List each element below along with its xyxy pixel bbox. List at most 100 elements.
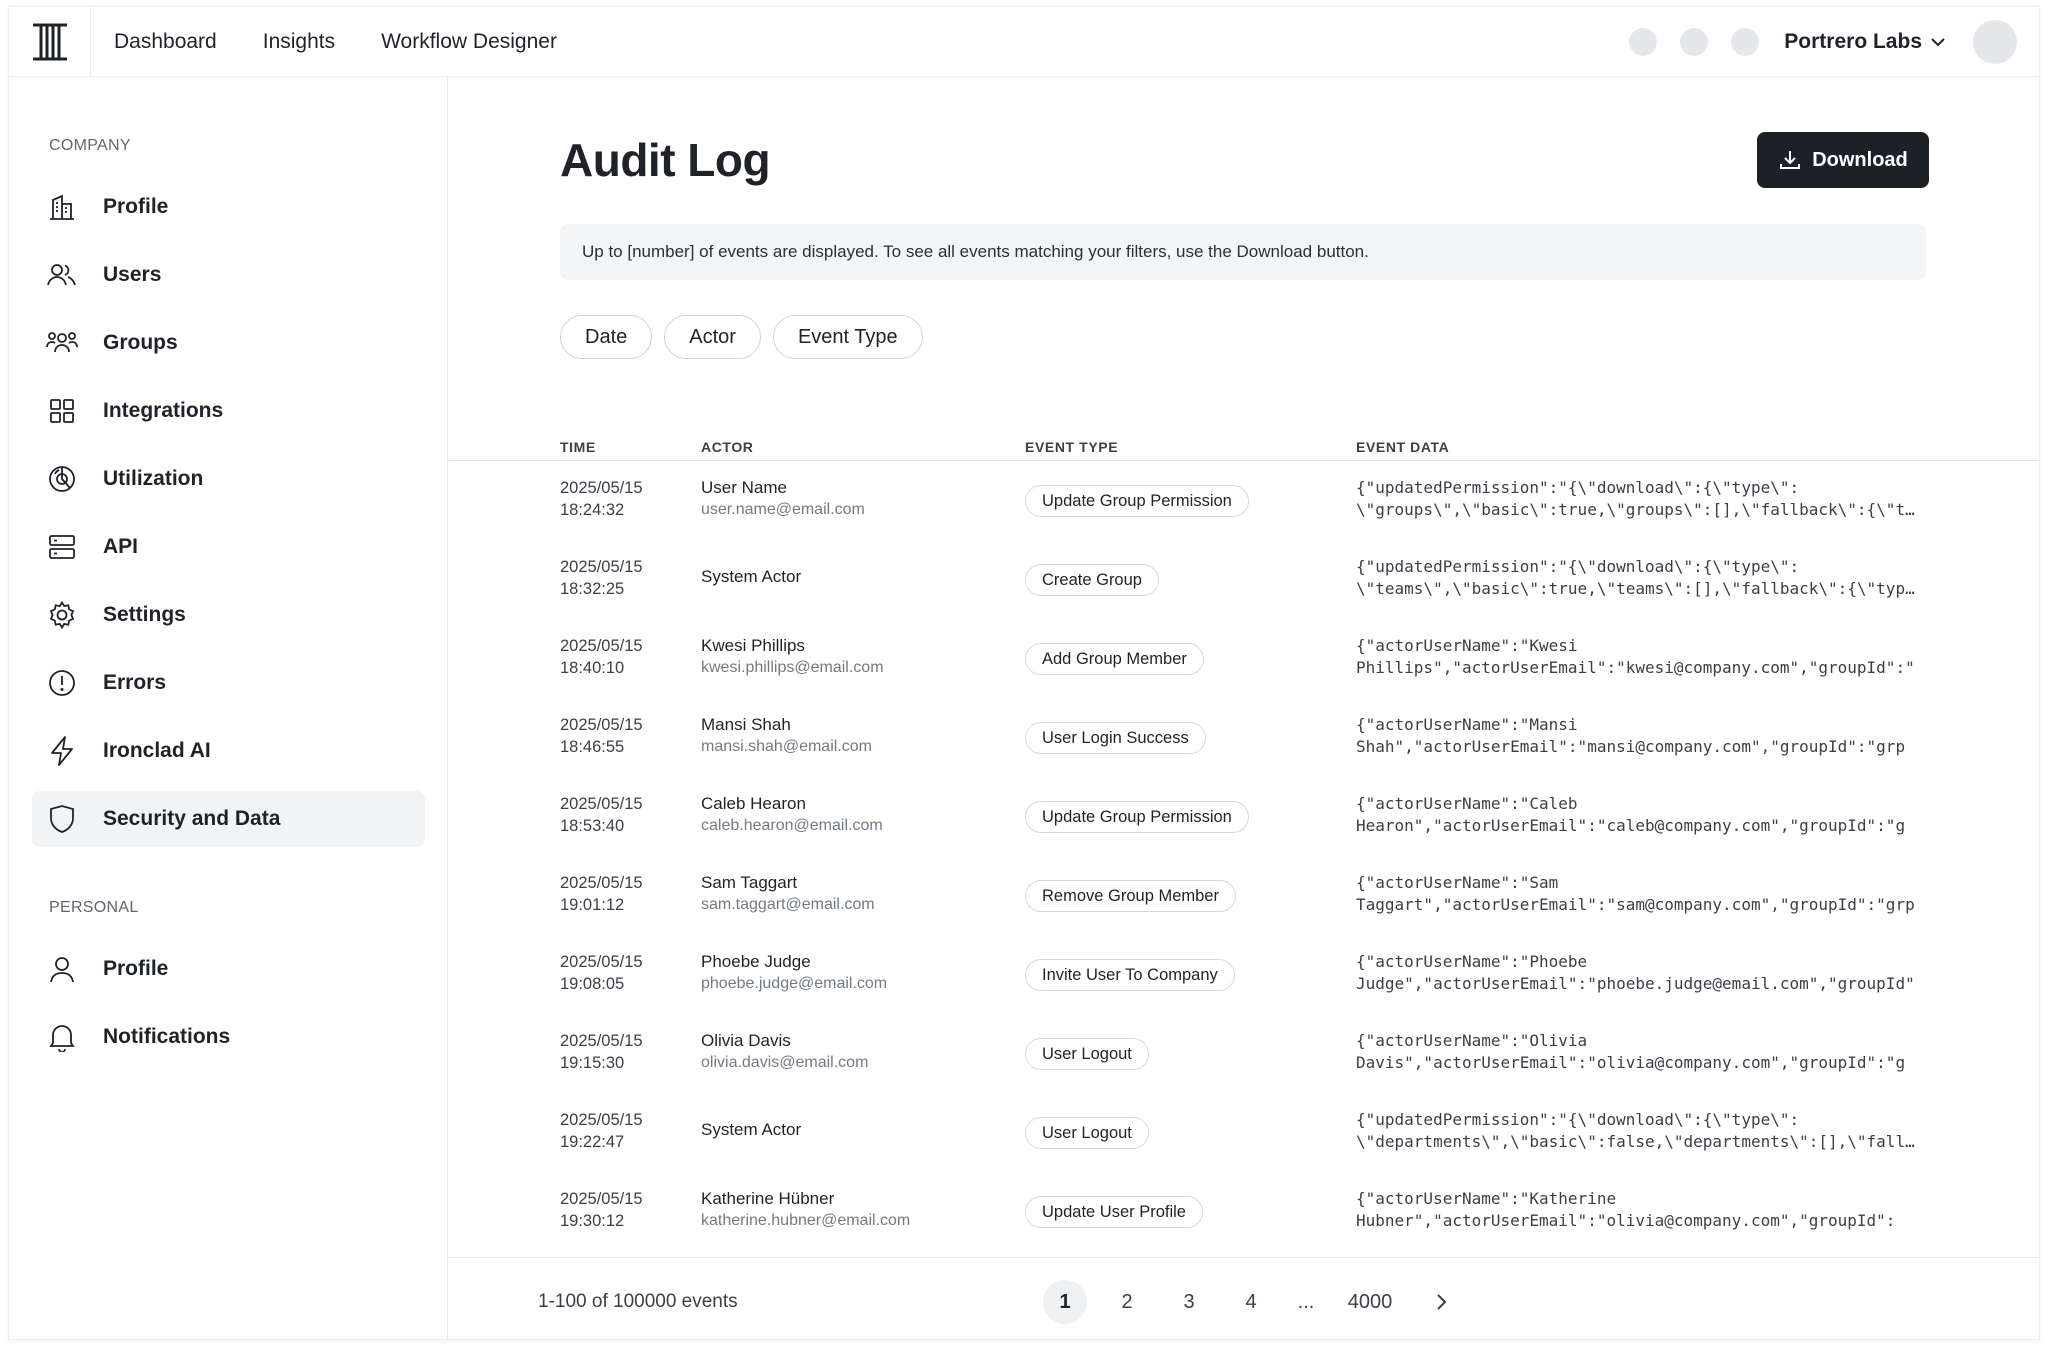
sidebar-item-ironclad-ai[interactable]: Ironclad AI [32, 723, 425, 779]
actor-name: Sam Taggart [701, 873, 798, 892]
sidebar-item-groups[interactable]: Groups [32, 315, 425, 371]
table-row[interactable]: 2025/05/15 18:24:32 User Name user.name@em… [449, 462, 2039, 541]
actor-name: Mansi Shah [701, 715, 791, 734]
sidebar-item-integrations[interactable]: Integrations [32, 383, 425, 439]
cell-time: 2025/05/15 19:01:12 [560, 874, 643, 914]
chart-pie-icon [46, 463, 78, 495]
cell-event-data: {"actorUserName":"Olivia Davis","actorUse… [1356, 1031, 1906, 1072]
cell-time: 2025/05/15 18:24:32 [560, 479, 643, 519]
pagination-bar: 1-100 of 100000 events 1 2 3 4 ... 4000 [449, 1257, 2039, 1339]
actor-name: Kwesi Phillips [701, 636, 805, 655]
cell-time: 2025/05/15 18:40:10 [560, 637, 643, 677]
cell-event-data: {"actorUserName":"Katherine Hubner","acto… [1356, 1189, 1896, 1230]
logo-icon [32, 23, 67, 60]
event-type-badge[interactable]: User Logout [1025, 1038, 1149, 1070]
column-header-actor[interactable]: ACTOR [701, 439, 754, 455]
page-button-4[interactable]: 4 [1229, 1280, 1273, 1324]
cell-time: 2025/05/15 18:46:55 [560, 716, 643, 756]
cell-time: 2025/05/15 19:08:05 [560, 953, 643, 993]
app-window: Dashboard Insights Workflow Designer Por… [8, 6, 2040, 1340]
table-row[interactable]: 2025/05/15 19:22:47 System Actor User Log… [449, 1094, 2039, 1173]
cell-actor: Kwesi Phillips kwesi.phillips@email.com [701, 635, 884, 679]
server-icon [46, 531, 78, 563]
actor-email: katherine.hubner@email.com [701, 1212, 911, 1229]
event-type-badge[interactable]: Update Group Permission [1025, 485, 1249, 517]
sidebar-item-errors[interactable]: Errors [32, 655, 425, 711]
actor-name: Olivia Davis [701, 1031, 791, 1050]
event-type-badge[interactable]: User Logout [1025, 1117, 1149, 1149]
event-type-badge[interactable]: Update Group Permission [1025, 801, 1249, 833]
column-header-event-data[interactable]: EVENT DATA [1356, 439, 1449, 455]
column-header-time[interactable]: TIME [560, 439, 596, 455]
org-name: Portrero Labs [1784, 29, 1922, 53]
event-type-badge[interactable]: User Login Success [1025, 722, 1206, 754]
sidebar-item-company-profile[interactable]: Profile [32, 179, 425, 235]
next-page-button[interactable] [1419, 1280, 1463, 1324]
column-header-event-type[interactable]: EVENT TYPE [1025, 439, 1118, 455]
cell-actor: Olivia Davis olivia.davis@email.com [701, 1030, 868, 1074]
cell-event-data: {"actorUserName":"Kwesi Phillips","actorU… [1356, 636, 1915, 677]
sidebar-item-label: Notifications [103, 1025, 231, 1048]
cell-event-data: {"actorUserName":"Sam Taggart","actorUser… [1356, 873, 1915, 914]
info-notice: Up to [number] of events are displayed. … [560, 224, 1926, 280]
cell-actor: Sam Taggart sam.taggart@email.com [701, 872, 875, 916]
sidebar-item-label: Settings [103, 603, 186, 626]
page-button-3[interactable]: 3 [1167, 1280, 1211, 1324]
nav-workflow-designer[interactable]: Workflow Designer [381, 7, 557, 76]
page-button-last[interactable]: 4000 [1339, 1280, 1401, 1324]
nav-dashboard[interactable]: Dashboard [114, 7, 217, 76]
event-type-badge[interactable]: Update User Profile [1025, 1196, 1203, 1228]
sidebar-item-utilization[interactable]: Utilization [32, 451, 425, 507]
cell-time: 2025/05/15 18:53:40 [560, 795, 643, 835]
page-button-2[interactable]: 2 [1105, 1280, 1149, 1324]
cell-actor: Phoebe Judge phoebe.judge@email.com [701, 951, 887, 995]
sidebar-item-notifications[interactable]: Notifications [32, 1009, 425, 1065]
cell-event-data: {"actorUserName":"Mansi Shah","actorUserE… [1356, 715, 1906, 756]
actor-email: user.name@email.com [701, 501, 865, 518]
sidebar-item-settings[interactable]: Settings [32, 587, 425, 643]
user-avatar[interactable] [1973, 19, 2017, 64]
user-icon [46, 953, 78, 985]
org-switcher[interactable]: Portrero Labs [1784, 30, 1947, 54]
actor-name: Caleb Hearon [701, 794, 806, 813]
sidebar-item-label: Integrations [103, 399, 224, 422]
topbar-action-1[interactable] [1629, 27, 1658, 56]
event-type-badge[interactable]: Create Group [1025, 564, 1159, 596]
top-navigation-bar: Dashboard Insights Workflow Designer Por… [9, 7, 2039, 77]
actor-email: mansi.shah@email.com [701, 738, 872, 755]
table-row[interactable]: 2025/05/15 18:40:10 Kwesi Phillips kwesi.p… [449, 620, 2039, 699]
sidebar-item-security-and-data[interactable]: Security and Data [32, 791, 425, 847]
topbar-action-3[interactable] [1731, 27, 1760, 56]
actor-email: sam.taggart@email.com [701, 896, 875, 913]
cell-event-data: {"updatedPermission":"{\"download\":{\"t… [1356, 557, 1916, 598]
sidebar-item-label: Security and Data [103, 807, 281, 830]
filter-actor[interactable]: Actor [664, 315, 761, 359]
grid-icon [46, 395, 78, 427]
actor-name: User Name [701, 478, 787, 497]
sidebar-item-users[interactable]: Users [32, 247, 425, 303]
actor-email: caleb.hearon@email.com [701, 817, 883, 834]
event-type-badge[interactable]: Invite User To Company [1025, 959, 1235, 991]
table-row[interactable]: 2025/05/15 18:32:25 System Actor Create G… [449, 541, 2039, 620]
topbar-action-2[interactable] [1680, 27, 1709, 56]
download-button[interactable]: Download [1757, 132, 1929, 188]
sidebar-item-personal-profile[interactable]: Profile [32, 941, 425, 997]
table-row[interactable]: 2025/05/15 19:30:12 Katherine Hübner kathe… [449, 1173, 2039, 1252]
page-button-1[interactable]: 1 [1043, 1280, 1087, 1324]
filter-bar: Date Actor Event Type [560, 315, 935, 359]
table-row[interactable]: 2025/05/15 19:15:30 Olivia Davis olivia.da… [449, 1015, 2039, 1094]
table-row[interactable]: 2025/05/15 19:01:12 Sam Taggart sam.taggar… [449, 857, 2039, 936]
shield-icon [46, 803, 78, 835]
filter-event-type[interactable]: Event Type [772, 315, 923, 359]
table-row[interactable]: 2025/05/15 18:53:40 Caleb Hearon caleb.hea… [449, 778, 2039, 857]
table-row[interactable]: 2025/05/15 19:08:05 Phoebe Judge phoebe.ju… [449, 936, 2039, 1015]
table-row[interactable]: 2025/05/15 18:46:55 Mansi Shah mansi.shah@… [449, 699, 2039, 778]
event-type-badge[interactable]: Remove Group Member [1025, 880, 1236, 912]
actor-name: Katherine Hübner [701, 1189, 835, 1208]
event-type-badge[interactable]: Add Group Member [1025, 643, 1204, 675]
filter-date[interactable]: Date [560, 315, 653, 359]
app-logo[interactable] [9, 7, 91, 77]
nav-insights[interactable]: Insights [263, 7, 335, 76]
sidebar-item-api[interactable]: API [32, 519, 425, 575]
pagination: 1 2 3 4 ... 4000 [1043, 1280, 1481, 1324]
